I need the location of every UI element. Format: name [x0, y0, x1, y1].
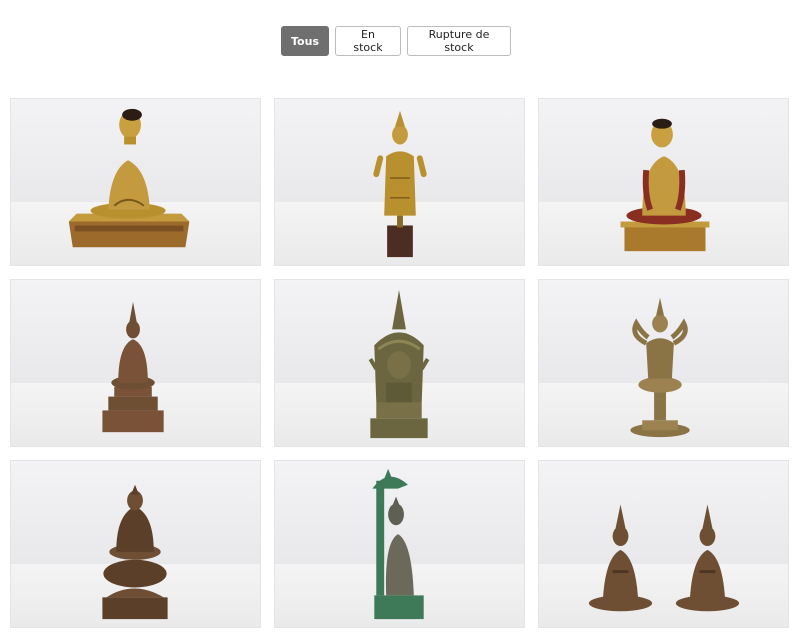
filter-all-button[interactable]: Tous: [281, 26, 329, 56]
product-card[interactable]: [10, 98, 261, 266]
product-image: [102, 484, 168, 620]
product-card[interactable]: [274, 460, 525, 628]
product-card[interactable]: [10, 460, 261, 628]
product-image: [630, 297, 690, 438]
product-card[interactable]: [274, 279, 525, 447]
filter-out-of-stock-button[interactable]: Rupture de stock: [407, 26, 511, 56]
product-card[interactable]: [538, 460, 789, 628]
product-card[interactable]: [538, 279, 789, 447]
filter-in-stock-button[interactable]: En stock: [335, 26, 401, 56]
product-image: [588, 504, 740, 612]
filter-bar: Tous En stock Rupture de stock: [281, 26, 511, 56]
product-image: [620, 118, 710, 252]
product-card[interactable]: [274, 98, 525, 266]
product-image: [372, 468, 424, 620]
product-card[interactable]: [538, 98, 789, 266]
product-grid: [10, 98, 789, 628]
product-image: [373, 110, 427, 258]
product-image: [102, 301, 164, 433]
product-card[interactable]: [10, 279, 261, 447]
product-image: [68, 108, 190, 248]
product-image: [368, 289, 430, 439]
